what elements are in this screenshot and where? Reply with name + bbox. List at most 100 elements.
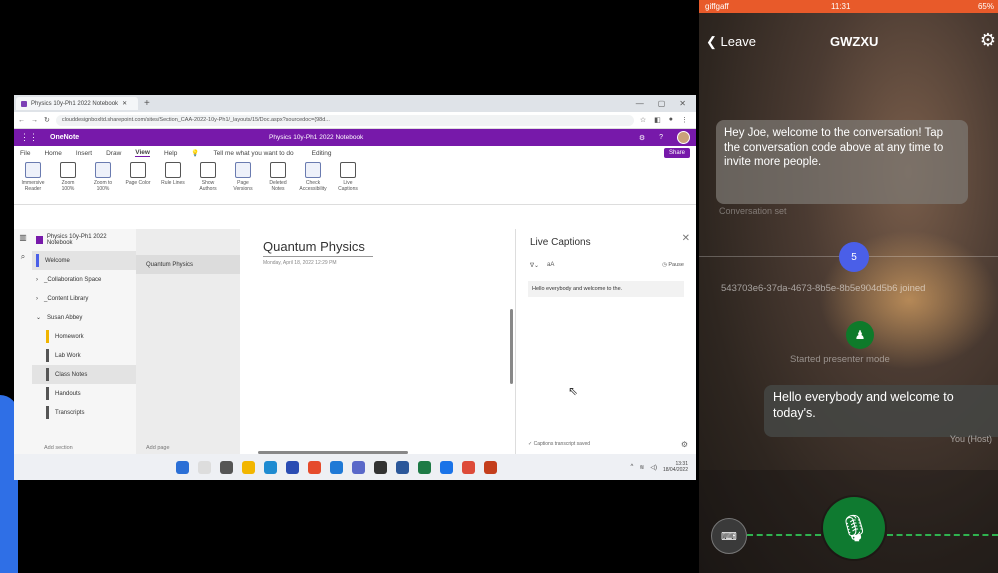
language-icon[interactable]: ∇⌄ bbox=[530, 262, 539, 269]
message-bubble: Hello everybody and welcome to today's. bbox=[764, 385, 998, 437]
browser-tab-title: Physics 10y-Ph1 2022 Notebook bbox=[31, 100, 119, 107]
new-tab-icon[interactable]: + bbox=[144, 98, 150, 109]
excel-icon[interactable] bbox=[418, 460, 431, 474]
menu-file[interactable]: File bbox=[20, 150, 30, 157]
word-icon[interactable] bbox=[396, 460, 409, 474]
app-launcher-icon[interactable]: ⋮⋮ bbox=[20, 132, 38, 143]
add-page-button[interactable]: Add page bbox=[146, 445, 170, 451]
search-icon[interactable]: ⌕ bbox=[21, 252, 25, 262]
back-icon[interactable]: ← bbox=[18, 117, 25, 124]
address-row: ← → ↻ clouddesignboxltd.sharepoint.com/s… bbox=[14, 112, 696, 129]
menu-draw[interactable]: Draw bbox=[106, 150, 121, 157]
zoom-dropdown[interactable]: Zoom 100% bbox=[55, 162, 81, 192]
chevron-up-icon[interactable]: ^ bbox=[630, 464, 633, 470]
notebooks-icon[interactable]: ▥ bbox=[19, 233, 27, 242]
microphone-icon[interactable]: 🎙 bbox=[823, 497, 885, 559]
app-icon[interactable] bbox=[440, 460, 453, 474]
menu-insert[interactable]: Insert bbox=[76, 150, 92, 157]
live-captions-button[interactable]: Live Captions bbox=[335, 162, 361, 192]
close-icon[interactable]: ✕ bbox=[682, 233, 690, 244]
chrome-icon[interactable] bbox=[308, 460, 321, 474]
conversation-code[interactable]: GWZXU bbox=[830, 34, 878, 49]
browser-tab[interactable]: Physics 10y-Ph1 2022 Notebook ✕ bbox=[16, 97, 138, 110]
gear-icon[interactable]: ⚙ bbox=[980, 30, 996, 51]
page-color-button[interactable]: Page Color bbox=[125, 162, 151, 186]
leave-button[interactable]: ❮ Leave bbox=[706, 34, 756, 50]
reload-icon[interactable]: ↻ bbox=[44, 116, 50, 124]
page-versions-button[interactable]: Page Versions bbox=[230, 162, 256, 192]
share-button[interactable]: Share bbox=[663, 148, 690, 158]
minimize-icon[interactable]: — bbox=[636, 99, 644, 108]
check-accessibility-button[interactable]: Check Accessibility bbox=[299, 162, 327, 192]
section-welcome[interactable]: Welcome bbox=[32, 251, 136, 270]
extension-icon[interactable]: ◧ bbox=[654, 116, 661, 124]
task-view-icon[interactable] bbox=[220, 460, 233, 474]
wifi-icon[interactable]: ≋ bbox=[639, 464, 644, 471]
menu-icon[interactable]: ⋮ bbox=[681, 116, 688, 124]
search-icon[interactable] bbox=[198, 460, 211, 474]
page-date: Monday, April 18, 2022 12:29 PM bbox=[263, 260, 337, 266]
notebook-title[interactable]: Physics 10y-Ph1 2022 Notebook bbox=[269, 134, 363, 141]
pause-button[interactable]: ◷ Pause bbox=[662, 262, 684, 268]
menu-help[interactable]: Help bbox=[164, 150, 177, 157]
taskbar-date: 18/04/2022 bbox=[662, 467, 688, 473]
terminal-icon[interactable] bbox=[374, 460, 387, 474]
teams-icon[interactable] bbox=[352, 460, 365, 474]
editing-dropdown[interactable]: Editing bbox=[312, 150, 332, 157]
section-transcripts[interactable]: Transcripts bbox=[32, 403, 136, 422]
star-icon[interactable]: ☆ bbox=[640, 116, 646, 124]
mail-icon[interactable] bbox=[330, 460, 343, 474]
vertical-scrollbar[interactable] bbox=[510, 309, 513, 384]
file-explorer-icon[interactable] bbox=[242, 460, 255, 474]
tell-me-box[interactable]: Tell me what you want to do bbox=[213, 150, 293, 157]
immersive-reader-button[interactable]: Immersive Reader bbox=[20, 162, 46, 192]
lightbulb-icon: 💡 bbox=[191, 150, 200, 157]
text-size-icon[interactable]: aA bbox=[547, 262, 554, 269]
section-content-library[interactable]: › _Content Library bbox=[32, 289, 136, 308]
powerpoint-icon[interactable] bbox=[484, 460, 497, 474]
page-title[interactable]: Quantum Physics bbox=[263, 239, 373, 257]
page-item[interactable]: Quantum Physics bbox=[136, 255, 240, 274]
settings-icon[interactable]: ⚙ bbox=[639, 134, 645, 142]
windows-icon[interactable] bbox=[176, 460, 189, 474]
zoom-icon bbox=[60, 162, 76, 178]
show-authors-button[interactable]: Show Authors bbox=[195, 162, 221, 192]
avatar[interactable] bbox=[677, 131, 690, 144]
zoom-to-100-button[interactable]: Zoom to 100% bbox=[90, 162, 116, 192]
chrome-icon[interactable] bbox=[462, 460, 475, 474]
versions-icon bbox=[235, 162, 251, 178]
add-section-button[interactable]: Add section bbox=[44, 445, 73, 451]
section-collaboration-space[interactable]: › _Collaboration Space bbox=[32, 270, 136, 289]
address-bar[interactable]: clouddesignboxltd.sharepoint.com/sites/S… bbox=[55, 114, 634, 126]
zoom-100-icon bbox=[95, 162, 111, 178]
volume-icon[interactable]: ◁) bbox=[650, 464, 657, 471]
close-tab-icon[interactable]: ✕ bbox=[122, 100, 127, 107]
keyboard-icon[interactable]: ⌨ bbox=[711, 518, 747, 554]
deleted-notes-button[interactable]: Deleted Notes bbox=[265, 162, 291, 192]
notebook-switcher[interactable]: Physics 10y-Ph1 2022 Notebook bbox=[32, 229, 136, 251]
audio-line-right bbox=[887, 534, 998, 538]
menu-view[interactable]: View bbox=[135, 149, 150, 157]
settings-icon[interactable]: ⚙ bbox=[681, 440, 688, 449]
section-homework[interactable]: Homework bbox=[32, 327, 136, 346]
close-window-icon[interactable]: ✕ bbox=[679, 99, 686, 108]
edge-icon[interactable] bbox=[264, 460, 277, 474]
forward-icon[interactable]: → bbox=[31, 117, 38, 124]
page-canvas[interactable]: Quantum Physics Monday, April 18, 2022 1… bbox=[240, 229, 515, 454]
section-handouts[interactable]: Handouts bbox=[32, 384, 136, 403]
welcome-message: Hey Joe, welcome to the conversation! Ta… bbox=[716, 120, 968, 204]
chevron-right-icon[interactable]: › bbox=[36, 277, 38, 283]
section-class-notes[interactable]: Class Notes bbox=[32, 365, 136, 384]
menu-home[interactable]: Home bbox=[44, 150, 61, 157]
help-icon[interactable]: ? bbox=[659, 134, 663, 141]
chevron-down-icon[interactable]: ⌄ bbox=[36, 314, 41, 321]
caption-text: Hello everybody and welcome to the. bbox=[528, 281, 684, 297]
maximize-icon[interactable]: ▢ bbox=[658, 99, 666, 108]
chevron-right-icon[interactable]: › bbox=[36, 296, 38, 302]
rule-lines-button[interactable]: Rule Lines bbox=[160, 162, 186, 186]
profile-icon[interactable]: ● bbox=[669, 116, 673, 124]
captions-icon bbox=[340, 162, 356, 178]
section-susan-abbey[interactable]: ⌄ Susan Abbey bbox=[32, 308, 136, 327]
app-icon[interactable] bbox=[286, 460, 299, 474]
section-lab-work[interactable]: Lab Work bbox=[32, 346, 136, 365]
